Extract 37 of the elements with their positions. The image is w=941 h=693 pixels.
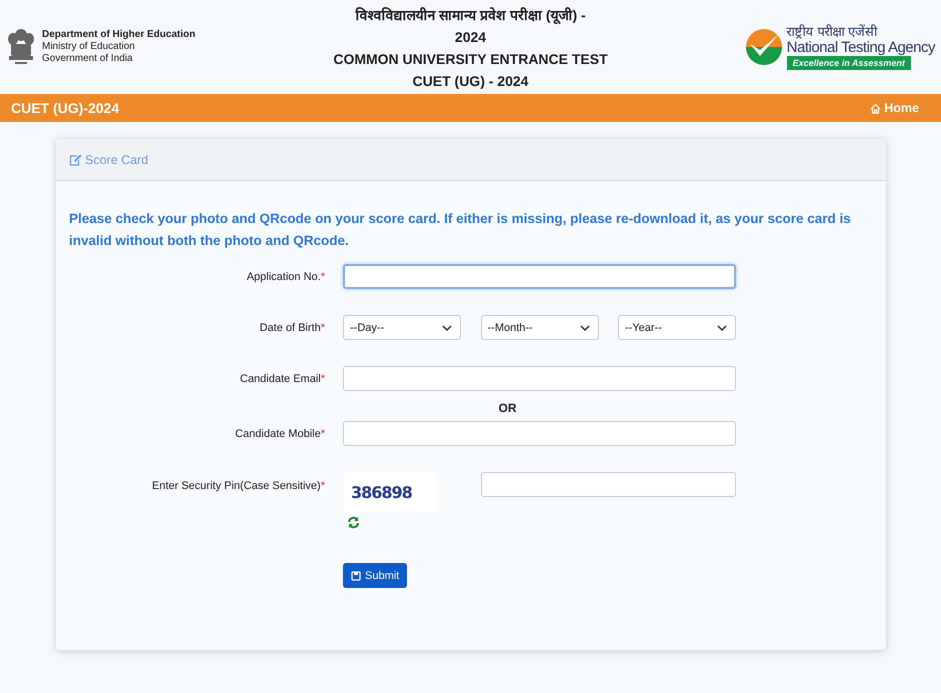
field-label: Application No.* <box>246 270 325 282</box>
agency-name: National Testing Agency <box>786 39 935 56</box>
or-separator: OR <box>498 401 518 415</box>
edit-icon <box>69 154 82 166</box>
field-label: Candidate Email* <box>239 372 325 384</box>
agency-tagline: Excellence in Assessment <box>786 56 911 70</box>
chevron-down-icon <box>717 324 727 330</box>
page-title: विश्वविद्यालयीन सामान्य प्रवेश परीक्षा (यूजी) - <box>355 6 586 26</box>
page-title: CUET (UG) - 2024 <box>412 72 528 91</box>
field-label: Candidate Mobile* <box>234 428 325 440</box>
dropdown[interactable]: --Year-- <box>618 315 736 340</box>
notice-text: Please check your photo and QRcode on your score card. If either is missing, please re-download it, as your score card is invalid without both the photo and QRcode. <box>69 210 852 250</box>
text-field[interactable] <box>343 366 736 391</box>
checkmark-logo-icon <box>744 28 783 66</box>
field-label: Date of Birth* <box>258 322 325 334</box>
chevron-down-icon <box>442 324 452 330</box>
page-title: 2024 <box>454 28 486 47</box>
field-label: Enter Security Pin(Case Sensitive)* <box>150 479 325 492</box>
page-title: COMMON UNIVERSITY ENTRANCE TEST <box>333 50 608 69</box>
text-field[interactable] <box>343 421 736 446</box>
home-icon <box>870 102 882 114</box>
agency-hindi-name: राष्ट्रीय परीक्षा एजेंसी <box>786 24 877 39</box>
brand-text: CUET (UG)-2024 <box>11 100 120 116</box>
captcha-image: 386898 <box>343 472 439 512</box>
emblem-icon <box>6 27 36 67</box>
refresh-icon[interactable] <box>347 516 360 529</box>
chevron-down-icon <box>580 324 590 330</box>
ministry-name: Ministry of Education <box>42 41 136 53</box>
government-name: Government of India <box>42 53 134 65</box>
dropdown[interactable]: --Month-- <box>480 315 598 340</box>
dropdown[interactable]: --Day-- <box>343 315 461 340</box>
submit-button[interactable]: Submit <box>343 563 408 588</box>
department-name: Department of Higher Education <box>42 29 196 41</box>
text-field[interactable] <box>343 264 736 289</box>
security-pin-field[interactable] <box>481 472 736 497</box>
card-title: Score Card <box>85 152 148 166</box>
save-icon <box>351 570 361 580</box>
